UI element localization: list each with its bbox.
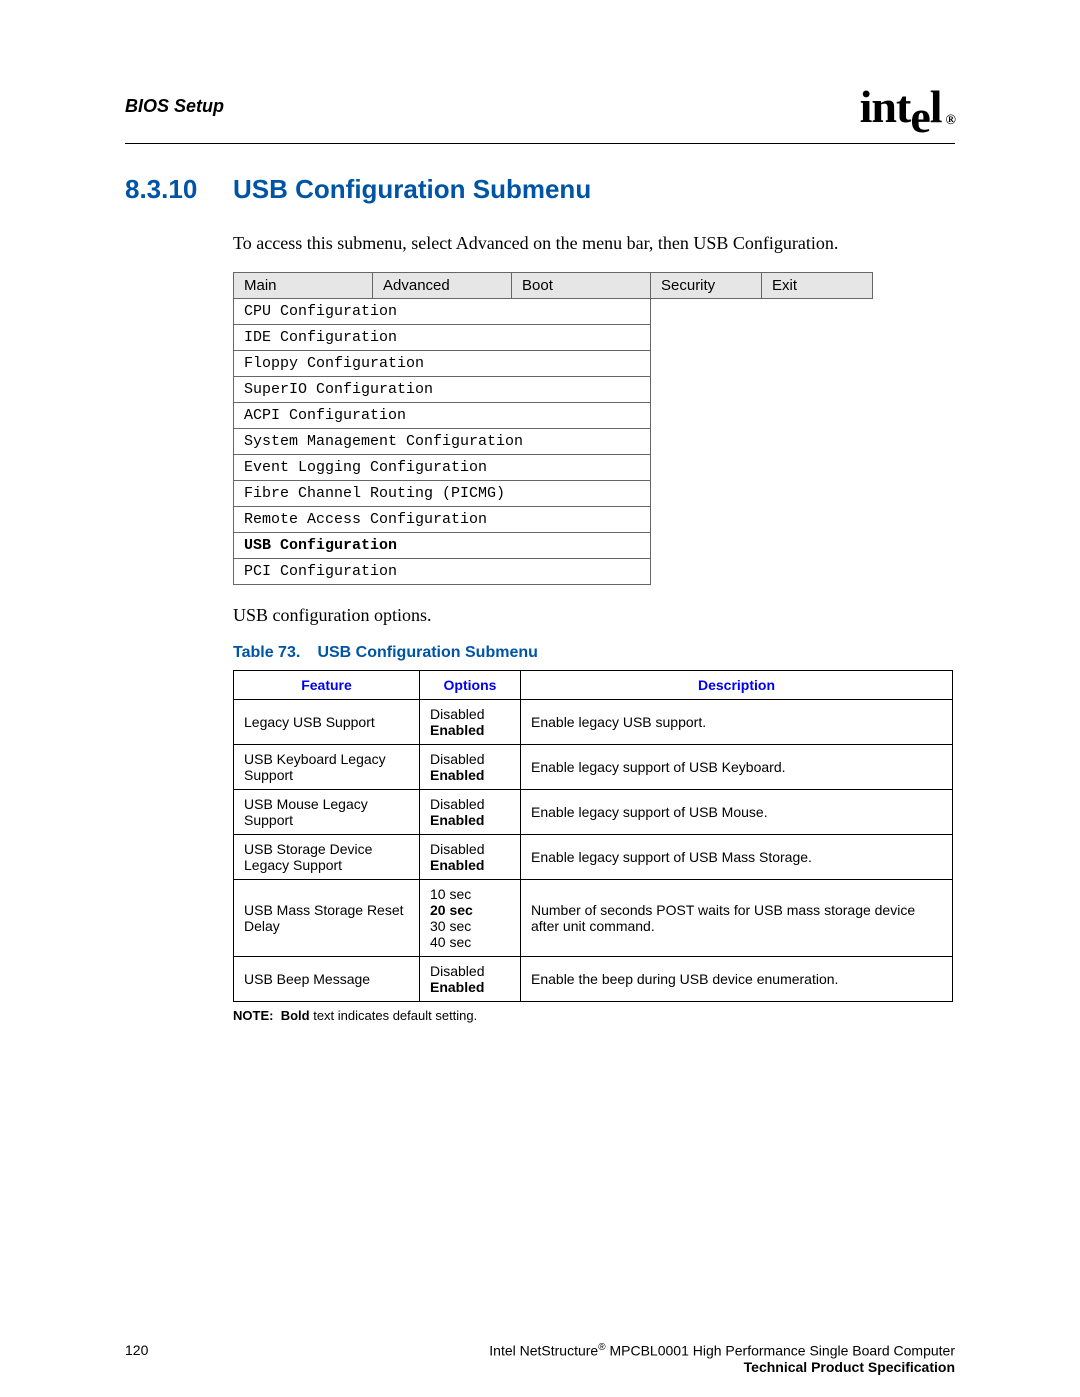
col-feature: Feature bbox=[234, 671, 420, 700]
feature-cell: USB Keyboard Legacy Support bbox=[234, 745, 420, 790]
table-note: NOTE: Bold text indicates default settin… bbox=[233, 1008, 955, 1023]
caption-label: Table 73. bbox=[233, 644, 313, 662]
menu-tab: Boot bbox=[512, 273, 651, 299]
caption-title: USB Configuration Submenu bbox=[317, 644, 537, 661]
options-cell: DisabledEnabled bbox=[420, 957, 521, 1002]
menu-item: Floppy Configuration bbox=[234, 351, 651, 377]
note-label: NOTE: bbox=[233, 1008, 273, 1023]
header-title: BIOS Setup bbox=[125, 96, 224, 117]
menu-item: SuperIO Configuration bbox=[234, 377, 651, 403]
intel-logo: intel® bbox=[860, 80, 955, 133]
option-value: 40 sec bbox=[430, 934, 510, 950]
options-cell: DisabledEnabled bbox=[420, 790, 521, 835]
table-row: USB Storage Device Legacy SupportDisable… bbox=[234, 835, 953, 880]
menu-item: Event Logging Configuration bbox=[234, 455, 651, 481]
header-rule bbox=[125, 143, 955, 144]
option-value: Enabled bbox=[430, 812, 510, 828]
menu-item: IDE Configuration bbox=[234, 325, 651, 351]
menu-tab: Advanced bbox=[373, 273, 512, 299]
options-cell: DisabledEnabled bbox=[420, 745, 521, 790]
menu-tab: Main bbox=[234, 273, 373, 299]
options-cell: 10 sec20 sec30 sec40 sec bbox=[420, 880, 521, 957]
feature-cell: USB Beep Message bbox=[234, 957, 420, 1002]
table-row: USB Mass Storage Reset Delay10 sec20 sec… bbox=[234, 880, 953, 957]
option-value: Enabled bbox=[430, 722, 510, 738]
feature-cell: USB Mouse Legacy Support bbox=[234, 790, 420, 835]
intro-text: To access this submenu, select Advanced … bbox=[233, 233, 955, 254]
footer-brand: Intel NetStructure bbox=[489, 1343, 598, 1359]
description-cell: Enable legacy support of USB Keyboard. bbox=[521, 745, 953, 790]
description-cell: Enable legacy support of USB Mouse. bbox=[521, 790, 953, 835]
options-cell: DisabledEnabled bbox=[420, 700, 521, 745]
menu-item-row: USB Configuration bbox=[234, 533, 873, 559]
menu-item: ACPI Configuration bbox=[234, 403, 651, 429]
table-caption: Table 73. USB Configuration Submenu bbox=[233, 644, 955, 662]
section-heading: 8.3.10USB Configuration Submenu bbox=[125, 174, 955, 205]
menu-item-row: CPU Configuration bbox=[234, 299, 873, 325]
option-value: Disabled bbox=[430, 963, 510, 979]
option-value: Disabled bbox=[430, 841, 510, 857]
table-row: Legacy USB SupportDisabledEnabledEnable … bbox=[234, 700, 953, 745]
menu-item: CPU Configuration bbox=[234, 299, 651, 325]
col-options: Options bbox=[420, 671, 521, 700]
menu-item-row: Fibre Channel Routing (PICMG) bbox=[234, 481, 873, 507]
page: BIOS Setup intel® 8.3.10USB Configuratio… bbox=[0, 0, 1080, 1397]
description-cell: Enable legacy USB support. bbox=[521, 700, 953, 745]
menu-item-row: IDE Configuration bbox=[234, 325, 873, 351]
feature-cell: USB Storage Device Legacy Support bbox=[234, 835, 420, 880]
menu-tab: Exit bbox=[762, 273, 873, 299]
option-value: Disabled bbox=[430, 796, 510, 812]
col-description: Description bbox=[521, 671, 953, 700]
menu-item-row: System Management Configuration bbox=[234, 429, 873, 455]
config-table: Feature Options Description Legacy USB S… bbox=[233, 670, 953, 1002]
note-bold-word: Bold bbox=[281, 1008, 310, 1023]
description-cell: Enable the beep during USB device enumer… bbox=[521, 957, 953, 1002]
menu-tab: Security bbox=[651, 273, 762, 299]
note-rest: text indicates default setting. bbox=[310, 1008, 478, 1023]
menu-item: Fibre Channel Routing (PICMG) bbox=[234, 481, 651, 507]
reg-mark: ® bbox=[598, 1342, 605, 1353]
table-header-row: Feature Options Description bbox=[234, 671, 953, 700]
feature-cell: USB Mass Storage Reset Delay bbox=[234, 880, 420, 957]
menu-item-row: Event Logging Configuration bbox=[234, 455, 873, 481]
option-value: 20 sec bbox=[430, 902, 510, 918]
option-value: Disabled bbox=[430, 751, 510, 767]
bios-menu-table: Main Advanced Boot Security Exit CPU Con… bbox=[233, 272, 873, 585]
description-cell: Number of seconds POST waits for USB mas… bbox=[521, 880, 953, 957]
section-title: USB Configuration Submenu bbox=[233, 174, 591, 204]
menu-item: USB Configuration bbox=[234, 533, 651, 559]
option-value: Disabled bbox=[430, 706, 510, 722]
option-value: Enabled bbox=[430, 767, 510, 783]
menu-tab-row: Main Advanced Boot Security Exit bbox=[234, 273, 873, 299]
menu-item-row: PCI Configuration bbox=[234, 559, 873, 585]
feature-cell: Legacy USB Support bbox=[234, 700, 420, 745]
table-row: USB Keyboard Legacy SupportDisabledEnabl… bbox=[234, 745, 953, 790]
footer-product: MPCBL0001 High Performance Single Board … bbox=[606, 1343, 955, 1359]
page-number: 120 bbox=[125, 1342, 148, 1358]
option-value: 30 sec bbox=[430, 918, 510, 934]
menu-item: Remote Access Configuration bbox=[234, 507, 651, 533]
sub-text: USB configuration options. bbox=[233, 605, 955, 626]
options-cell: DisabledEnabled bbox=[420, 835, 521, 880]
footer-line2: Technical Product Specification bbox=[489, 1359, 955, 1375]
menu-item-row: Remote Access Configuration bbox=[234, 507, 873, 533]
page-header: BIOS Setup intel® bbox=[125, 80, 955, 133]
menu-item-row: ACPI Configuration bbox=[234, 403, 873, 429]
menu-item: System Management Configuration bbox=[234, 429, 651, 455]
menu-item-row: Floppy Configuration bbox=[234, 351, 873, 377]
option-value: Enabled bbox=[430, 857, 510, 873]
footer-line1: Intel NetStructure® MPCBL0001 High Perfo… bbox=[489, 1342, 955, 1359]
menu-item: PCI Configuration bbox=[234, 559, 651, 585]
description-cell: Enable legacy support of USB Mass Storag… bbox=[521, 835, 953, 880]
table-row: USB Mouse Legacy SupportDisabledEnabledE… bbox=[234, 790, 953, 835]
menu-item-row: SuperIO Configuration bbox=[234, 377, 873, 403]
option-value: Enabled bbox=[430, 979, 510, 995]
table-row: USB Beep MessageDisabledEnabledEnable th… bbox=[234, 957, 953, 1002]
option-value: 10 sec bbox=[430, 886, 510, 902]
section-number: 8.3.10 bbox=[125, 174, 233, 205]
